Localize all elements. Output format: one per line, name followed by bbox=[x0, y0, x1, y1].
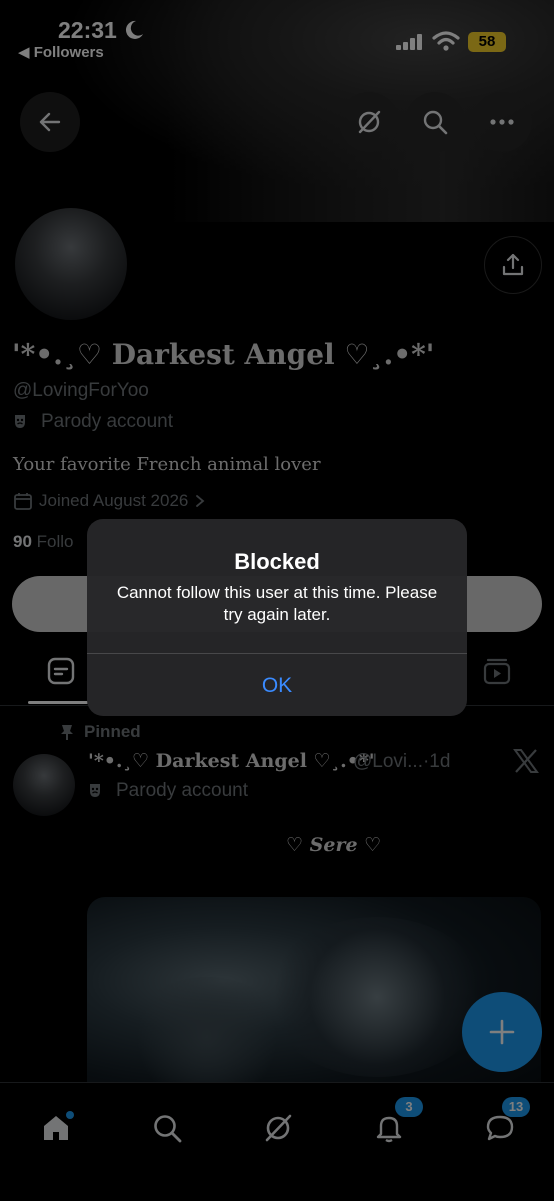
blocked-alert-dialog: Blocked Cannot follow this user at this … bbox=[87, 519, 467, 716]
alert-title: Blocked bbox=[234, 549, 320, 574]
alert-ok-button[interactable]: OK bbox=[87, 654, 467, 716]
alert-message: Cannot follow this user at this time. Pl… bbox=[116, 583, 438, 624]
